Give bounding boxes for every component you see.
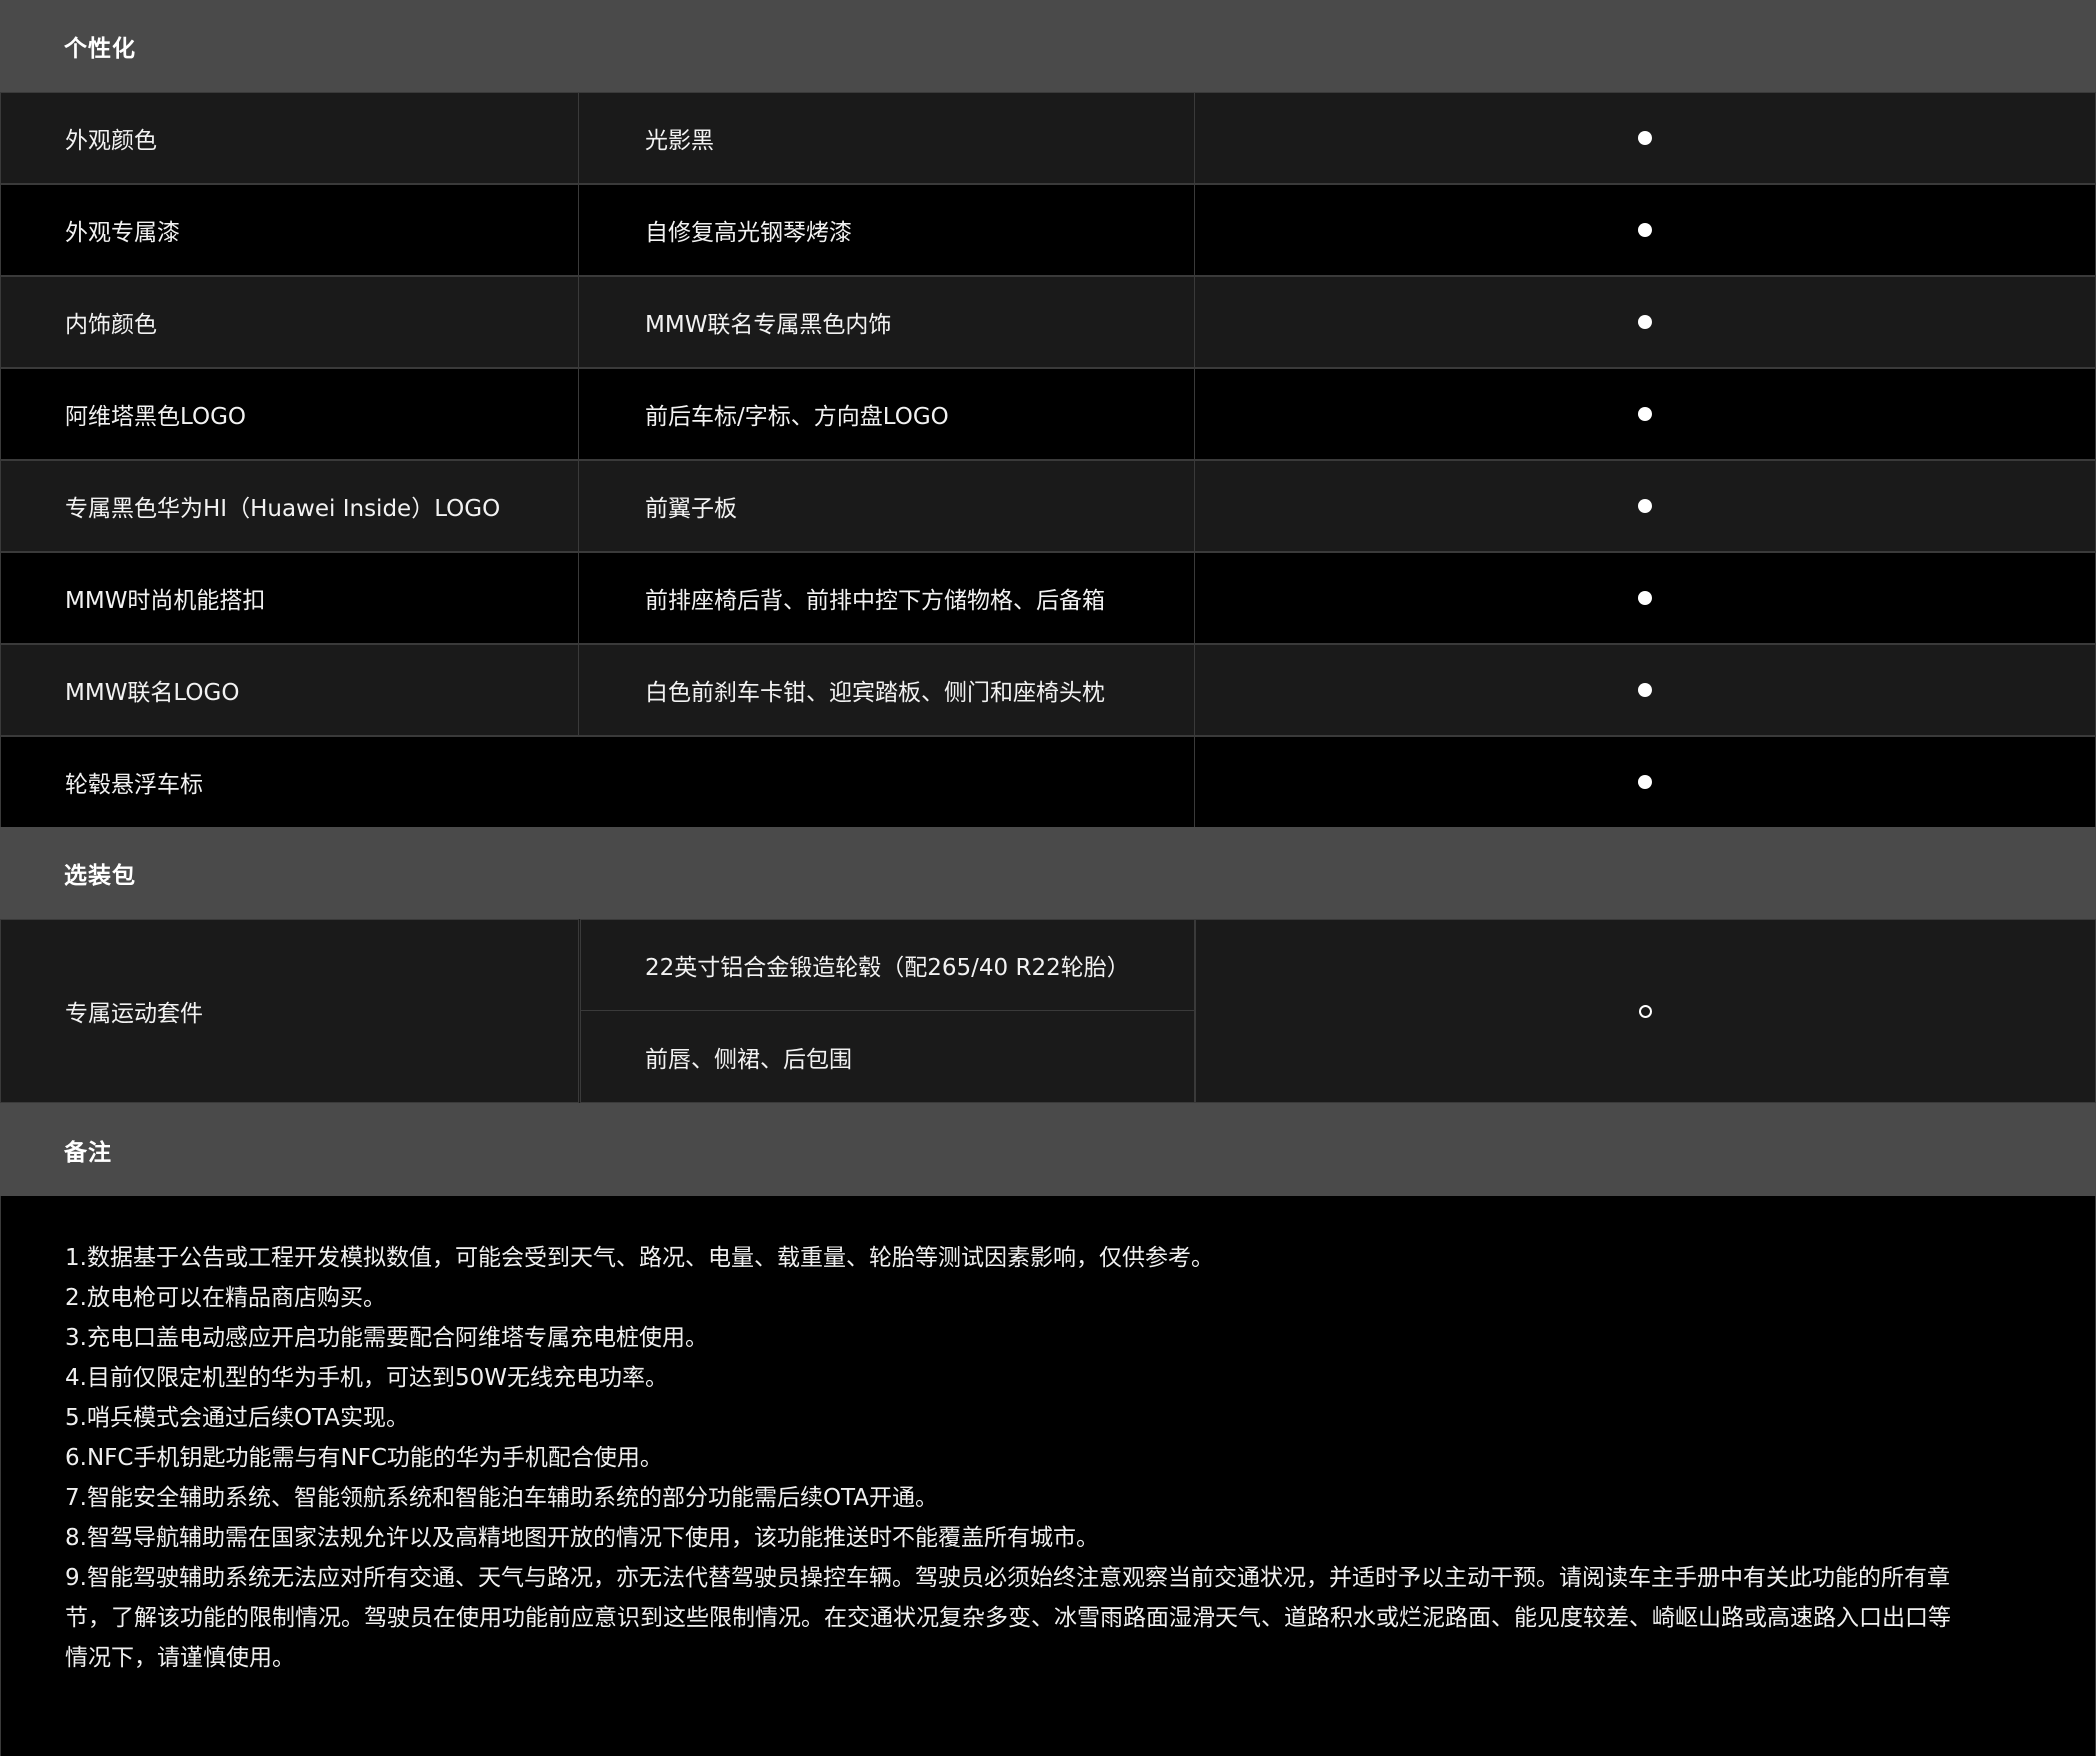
package-name: 专属运动套件 <box>0 919 579 1103</box>
availability-cell: ● <box>1194 276 2096 368</box>
feature-name: MMW时尚机能搭扣 <box>0 552 579 644</box>
standard-dot-icon: ● <box>1638 131 1652 145</box>
remark-line: 情况下，请谨慎使用。 <box>65 1645 295 1671</box>
availability-cell: ● <box>1194 736 2096 828</box>
standard-dot-icon: ● <box>1638 223 1652 237</box>
table-row: MMW时尚机能搭扣 前排座椅后背、前排中控下方储物格、后备箱 ● <box>0 552 2096 644</box>
feature-detail: MMW联名专属黑色内饰 <box>578 276 1195 368</box>
feature-name: 内饰颜色 <box>0 276 579 368</box>
availability-cell: ● <box>1194 644 2096 736</box>
feature-detail: 前排座椅后背、前排中控下方储物格、后备箱 <box>578 552 1195 644</box>
remark-line: 2.放电枪可以在精品商店购买。 <box>65 1285 386 1311</box>
feature-name: 阿维塔黑色LOGO <box>0 368 579 460</box>
availability-cell: ● <box>1194 184 2096 276</box>
standard-dot-icon: ● <box>1638 591 1652 605</box>
standard-dot-icon: ● <box>1638 775 1652 789</box>
spec-page: 个性化 外观颜色 光影黑 ● 外观专属漆 自修复高光钢琴烤漆 ● 内饰颜色 MM… <box>0 0 2096 1756</box>
availability-cell: ● <box>1194 92 2096 184</box>
feature-name: 轮毂悬浮车标 <box>0 736 1195 828</box>
package-item: 22英寸铝合金锻造轮毂（配265/40 R22轮胎） <box>580 919 1195 1011</box>
remark-line: 1.数据基于公告或工程开发模拟数值，可能会受到天气、路况、电量、载重量、轮胎等测… <box>65 1245 1214 1271</box>
feature-name: 外观专属漆 <box>0 184 579 276</box>
table-row: 专属黑色华为HI（Huawei Inside）LOGO 前翼子板 ● <box>0 460 2096 552</box>
remarks-panel: 1.数据基于公告或工程开发模拟数值，可能会受到天气、路况、电量、载重量、轮胎等测… <box>0 1196 2096 1756</box>
optional-circle-icon: ○ <box>1639 1004 1652 1018</box>
remark-line: 节，了解该功能的限制情况。驾驶员在使用功能前应意识到这些限制情况。在交通状况复杂… <box>65 1605 1951 1631</box>
option-package: 专属运动套件 22英寸铝合金锻造轮毂（配265/40 R22轮胎） 前唇、侧裙、… <box>0 919 2096 1103</box>
standard-dot-icon: ● <box>1638 315 1652 329</box>
feature-detail: 白色前刹车卡钳、迎宾踏板、侧门和座椅头枕 <box>578 644 1195 736</box>
section-header-remarks: 备注 <box>0 1103 2096 1196</box>
feature-detail: 前后车标/字标、方向盘LOGO <box>578 368 1195 460</box>
remark-line: 3.充电口盖电动感应开启功能需要配合阿维塔专属充电桩使用。 <box>65 1325 708 1351</box>
remark-line: 9.智能驾驶辅助系统无法应对所有交通、天气与路况，亦无法代替驾驶员操控车辆。驾驶… <box>65 1565 1950 1591</box>
standard-dot-icon: ● <box>1638 407 1652 421</box>
feature-name: MMW联名LOGO <box>0 644 579 736</box>
remark-line: 5.哨兵模式会通过后续OTA实现。 <box>65 1405 410 1431</box>
section-header-personalization: 个性化 <box>0 0 2096 92</box>
feature-detail: 自修复高光钢琴烤漆 <box>578 184 1195 276</box>
table-row: MMW联名LOGO 白色前刹车卡钳、迎宾踏板、侧门和座椅头枕 ● <box>0 644 2096 736</box>
feature-detail: 光影黑 <box>578 92 1195 184</box>
table-row: 外观颜色 光影黑 ● <box>0 92 2096 184</box>
remark-line: 6.NFC手机钥匙功能需与有NFC功能的华为手机配合使用。 <box>65 1445 663 1471</box>
table-row: 阿维塔黑色LOGO 前后车标/字标、方向盘LOGO ● <box>0 368 2096 460</box>
standard-dot-icon: ● <box>1638 683 1652 697</box>
feature-detail: 前翼子板 <box>578 460 1195 552</box>
table-row: 内饰颜色 MMW联名专属黑色内饰 ● <box>0 276 2096 368</box>
table-row: 轮毂悬浮车标 ● <box>0 736 2096 828</box>
standard-dot-icon: ● <box>1638 499 1652 513</box>
feature-name: 专属黑色华为HI（Huawei Inside）LOGO <box>0 460 579 552</box>
package-item: 前唇、侧裙、后包围 <box>580 1010 1195 1103</box>
remark-line: 4.目前仅限定机型的华为手机，可达到50W无线充电功率。 <box>65 1365 668 1391</box>
availability-cell: ● <box>1194 552 2096 644</box>
remark-line: 7.智能安全辅助系统、智能领航系统和智能泊车辅助系统的部分功能需后续OTA开通。 <box>65 1485 939 1511</box>
section-header-options: 选装包 <box>0 827 2096 919</box>
availability-cell: ● <box>1194 368 2096 460</box>
remark-line: 8.智驾导航辅助需在国家法规允许以及高精地图开放的情况下使用，该功能推送时不能覆… <box>65 1525 1099 1551</box>
availability-cell: ○ <box>1195 919 2096 1103</box>
feature-name: 外观颜色 <box>0 92 579 184</box>
table-row: 外观专属漆 自修复高光钢琴烤漆 ● <box>0 184 2096 276</box>
availability-cell: ● <box>1194 460 2096 552</box>
